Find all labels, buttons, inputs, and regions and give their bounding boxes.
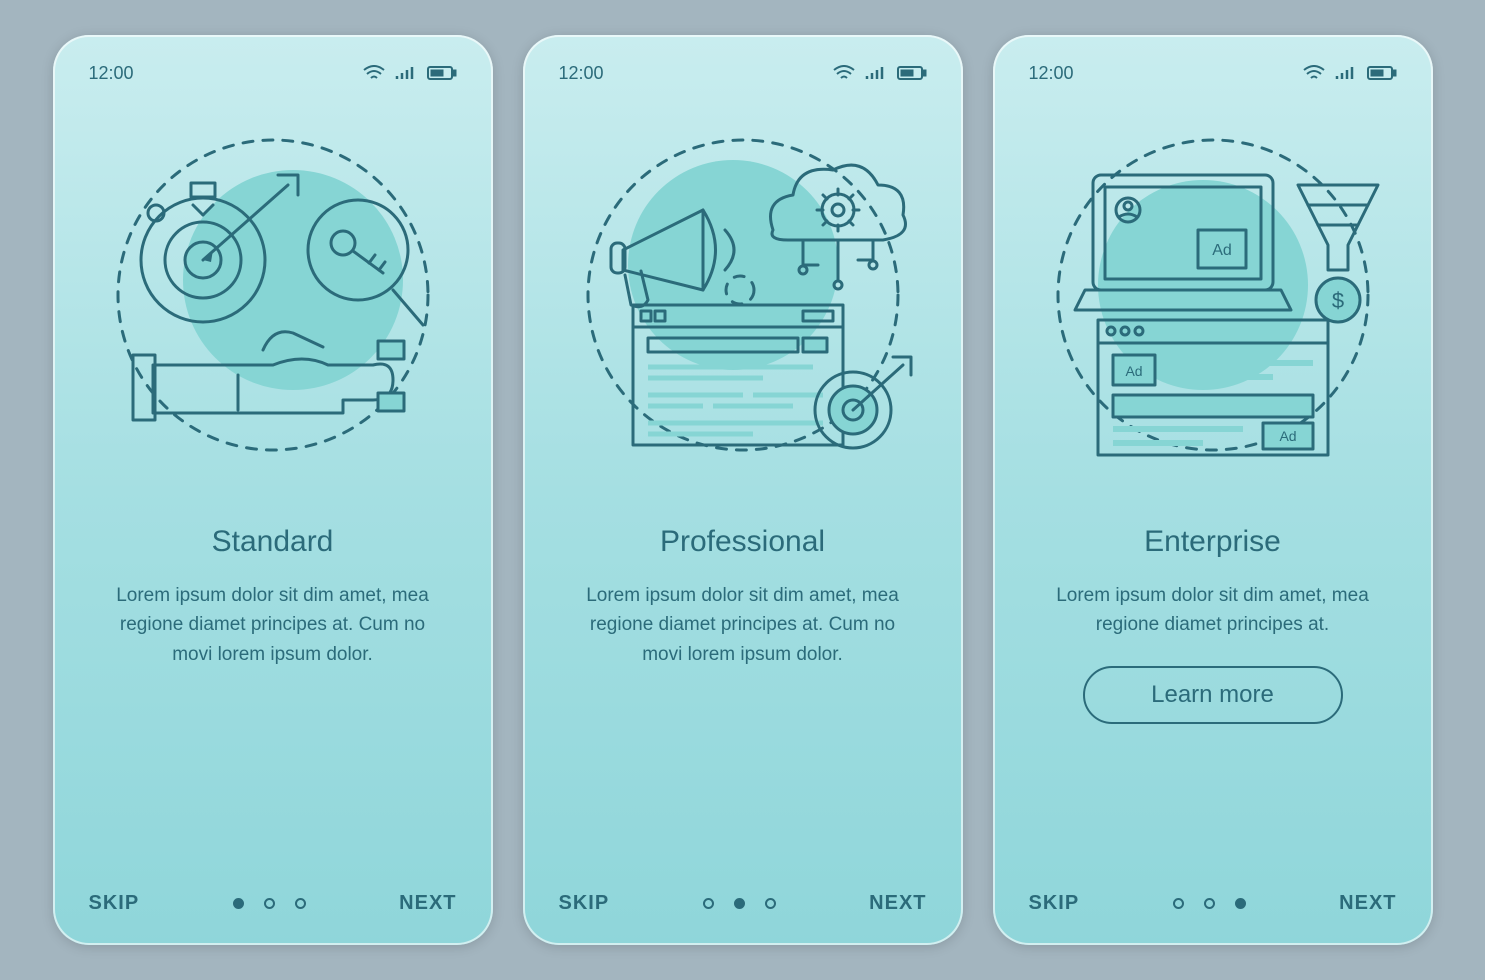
target-arrow-icon xyxy=(815,357,911,448)
svg-text:Ad: Ad xyxy=(1279,428,1296,444)
svg-text:Ad: Ad xyxy=(1212,242,1232,259)
wifi-icon xyxy=(1303,65,1325,81)
page-dots xyxy=(233,898,306,909)
status-time: 12:00 xyxy=(1029,63,1074,84)
funnel-coin-icon: $ xyxy=(1298,185,1378,322)
dot-3[interactable] xyxy=(765,898,776,909)
status-icons xyxy=(1303,65,1397,81)
next-button[interactable]: NEXT xyxy=(399,892,456,915)
status-icons xyxy=(833,65,927,81)
skip-button[interactable]: SKIP xyxy=(559,892,610,915)
learn-more-button[interactable]: Learn more xyxy=(1083,666,1343,724)
skip-button[interactable]: SKIP xyxy=(1029,892,1080,915)
screen-title: Professional xyxy=(559,525,927,559)
battery-icon xyxy=(897,65,927,81)
illustration-standard xyxy=(89,105,457,485)
status-time: 12:00 xyxy=(89,63,134,84)
next-button[interactable]: NEXT xyxy=(1339,892,1396,915)
dot-1[interactable] xyxy=(1173,898,1184,909)
battery-icon xyxy=(427,65,457,81)
browser-search-icon xyxy=(633,305,843,445)
onboarding-nav: SKIP NEXT xyxy=(559,892,927,915)
signal-icon xyxy=(395,65,417,81)
page-dots xyxy=(1173,898,1246,909)
status-bar: 12:00 xyxy=(559,61,927,85)
screen-description: Lorem ipsum dolor sit dim amet, mea regi… xyxy=(559,581,927,669)
dot-1[interactable] xyxy=(233,898,244,909)
signal-icon xyxy=(865,65,887,81)
dot-3[interactable] xyxy=(1235,898,1246,909)
status-bar: 12:00 xyxy=(1029,61,1397,85)
skip-button[interactable]: SKIP xyxy=(89,892,140,915)
status-time: 12:00 xyxy=(559,63,604,84)
wifi-icon xyxy=(833,65,855,81)
next-button[interactable]: NEXT xyxy=(869,892,926,915)
dot-2[interactable] xyxy=(1204,898,1215,909)
screen-description: Lorem ipsum dolor sit dim amet, mea regi… xyxy=(1029,581,1397,640)
battery-icon xyxy=(1367,65,1397,81)
onboarding-screen-enterprise: 12:00 Ad xyxy=(993,35,1433,945)
dot-1[interactable] xyxy=(703,898,714,909)
illustration-professional xyxy=(559,105,927,485)
signal-icon xyxy=(1335,65,1357,81)
status-bar: 12:00 xyxy=(89,61,457,85)
screen-description: Lorem ipsum dolor sit dim amet, mea regi… xyxy=(89,581,457,669)
onboarding-screen-standard: 12:00 xyxy=(53,35,493,945)
dot-3[interactable] xyxy=(295,898,306,909)
page-dots xyxy=(703,898,776,909)
dot-2[interactable] xyxy=(734,898,745,909)
onboarding-nav: SKIP NEXT xyxy=(1029,892,1397,915)
wifi-icon xyxy=(363,65,385,81)
onboarding-nav: SKIP NEXT xyxy=(89,892,457,915)
status-icons xyxy=(363,65,457,81)
screen-title: Enterprise xyxy=(1029,525,1397,559)
onboarding-screen-professional: 12:00 xyxy=(523,35,963,945)
dot-2[interactable] xyxy=(264,898,275,909)
illustration-enterprise: Ad $ Ad xyxy=(1029,105,1397,485)
svg-text:$: $ xyxy=(1331,288,1343,313)
svg-text:Ad: Ad xyxy=(1125,363,1142,379)
screen-title: Standard xyxy=(89,525,457,559)
